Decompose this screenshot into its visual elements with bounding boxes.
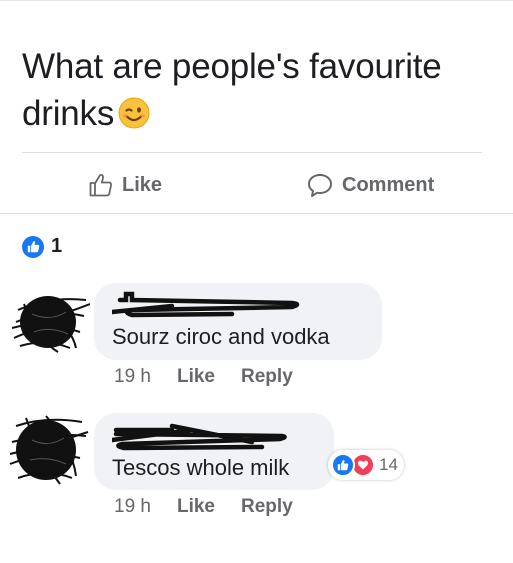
thumbs-up-icon xyxy=(331,453,355,477)
comment-icon xyxy=(308,174,332,197)
comment-text: Sourz ciroc and vodka xyxy=(112,324,330,349)
comment-reply-link[interactable]: Reply xyxy=(241,496,293,518)
commenter-name-redacted xyxy=(109,420,292,452)
winking-face-emoji xyxy=(118,94,150,141)
thumbs-up-icon xyxy=(89,173,112,197)
comment-like-link[interactable]: Like xyxy=(177,496,215,518)
comment-reaction-count: 14 xyxy=(379,455,398,474)
reaction-count: 1 xyxy=(51,235,63,257)
commenter-name-redacted xyxy=(109,290,312,320)
divider xyxy=(22,152,482,153)
post-action-bar: Like Comment xyxy=(0,168,513,202)
comment-reply-link[interactable]: Reply xyxy=(241,366,293,388)
like-button-label: Like xyxy=(122,173,163,196)
reaction-summary[interactable]: 1 xyxy=(22,235,62,258)
top-border xyxy=(0,0,513,1)
avatar[interactable] xyxy=(6,406,89,486)
post-text: What are people's favourite drinks xyxy=(22,43,492,141)
comment-button[interactable]: Comment xyxy=(306,168,434,202)
comment-like-link[interactable]: Like xyxy=(177,366,215,388)
comment-time: 19 h xyxy=(114,496,151,517)
avatar[interactable] xyxy=(10,282,91,362)
comment-meta: 19 h Like Reply xyxy=(114,366,293,388)
comment-reactions-pill[interactable]: 14 xyxy=(328,450,404,480)
comment-text: Tescos whole milk xyxy=(112,455,290,480)
thumbs-up-icon xyxy=(22,235,44,258)
post-text-content: What are people's favourite drinks xyxy=(22,47,442,133)
like-button[interactable]: Like xyxy=(88,168,162,202)
comment-time: 19 h xyxy=(114,366,151,387)
comment-button-label: Comment xyxy=(342,173,435,196)
divider xyxy=(0,213,513,214)
comment-meta: 19 h Like Reply xyxy=(114,496,293,518)
